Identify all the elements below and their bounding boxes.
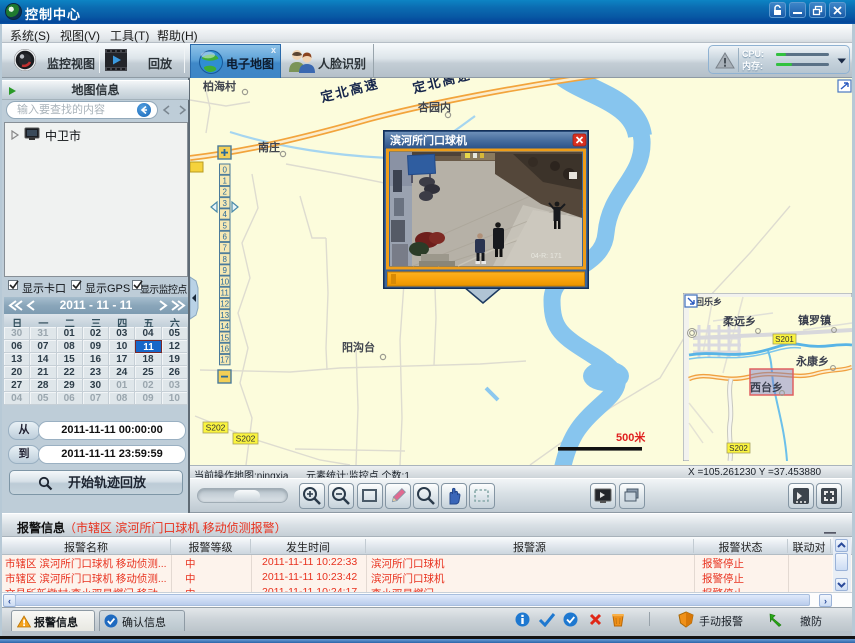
svg-text:S202: S202 xyxy=(729,444,748,453)
svg-text:4: 4 xyxy=(222,210,227,219)
svg-text:2: 2 xyxy=(222,188,227,197)
svg-text:11: 11 xyxy=(221,289,230,298)
svg-text:13: 13 xyxy=(220,311,229,320)
svg-text:12: 12 xyxy=(220,300,229,309)
svg-text:04-R: 171: 04-R: 171 xyxy=(531,253,562,260)
svg-text:7: 7 xyxy=(222,244,227,253)
svg-text:柏海村: 柏海村 xyxy=(203,79,236,93)
svg-text:杏园内: 杏园内 xyxy=(417,100,451,114)
svg-text:10: 10 xyxy=(220,277,229,286)
svg-text:西台乡: 西台乡 xyxy=(750,380,783,394)
svg-text:15: 15 xyxy=(220,333,229,342)
svg-text:柔远乡: 柔远乡 xyxy=(722,315,756,328)
svg-text:6: 6 xyxy=(222,233,227,242)
svg-text:S201: S201 xyxy=(775,335,794,344)
svg-text:9: 9 xyxy=(222,266,227,275)
svg-text:回乐乡: 回乐乡 xyxy=(695,296,722,307)
svg-text:镇罗镇: 镇罗镇 xyxy=(798,313,831,327)
svg-text:3: 3 xyxy=(222,199,227,208)
svg-text:1: 1 xyxy=(222,177,227,186)
svg-text:阳沟台: 阳沟台 xyxy=(342,340,375,354)
svg-text:500米: 500米 xyxy=(616,430,646,444)
svg-text:S202: S202 xyxy=(236,434,256,444)
svg-text:S202: S202 xyxy=(206,423,226,433)
svg-text:永康乡: 永康乡 xyxy=(795,354,829,368)
svg-text:南庄: 南庄 xyxy=(258,140,280,154)
svg-text:16: 16 xyxy=(220,345,229,354)
svg-text:5: 5 xyxy=(222,221,227,230)
svg-text:滨河所门口球机: 滨河所门口球机 xyxy=(390,133,467,147)
svg-text:14: 14 xyxy=(220,322,229,331)
svg-text:8: 8 xyxy=(222,255,227,264)
svg-text:17: 17 xyxy=(220,356,229,365)
svg-text:0: 0 xyxy=(222,165,227,174)
